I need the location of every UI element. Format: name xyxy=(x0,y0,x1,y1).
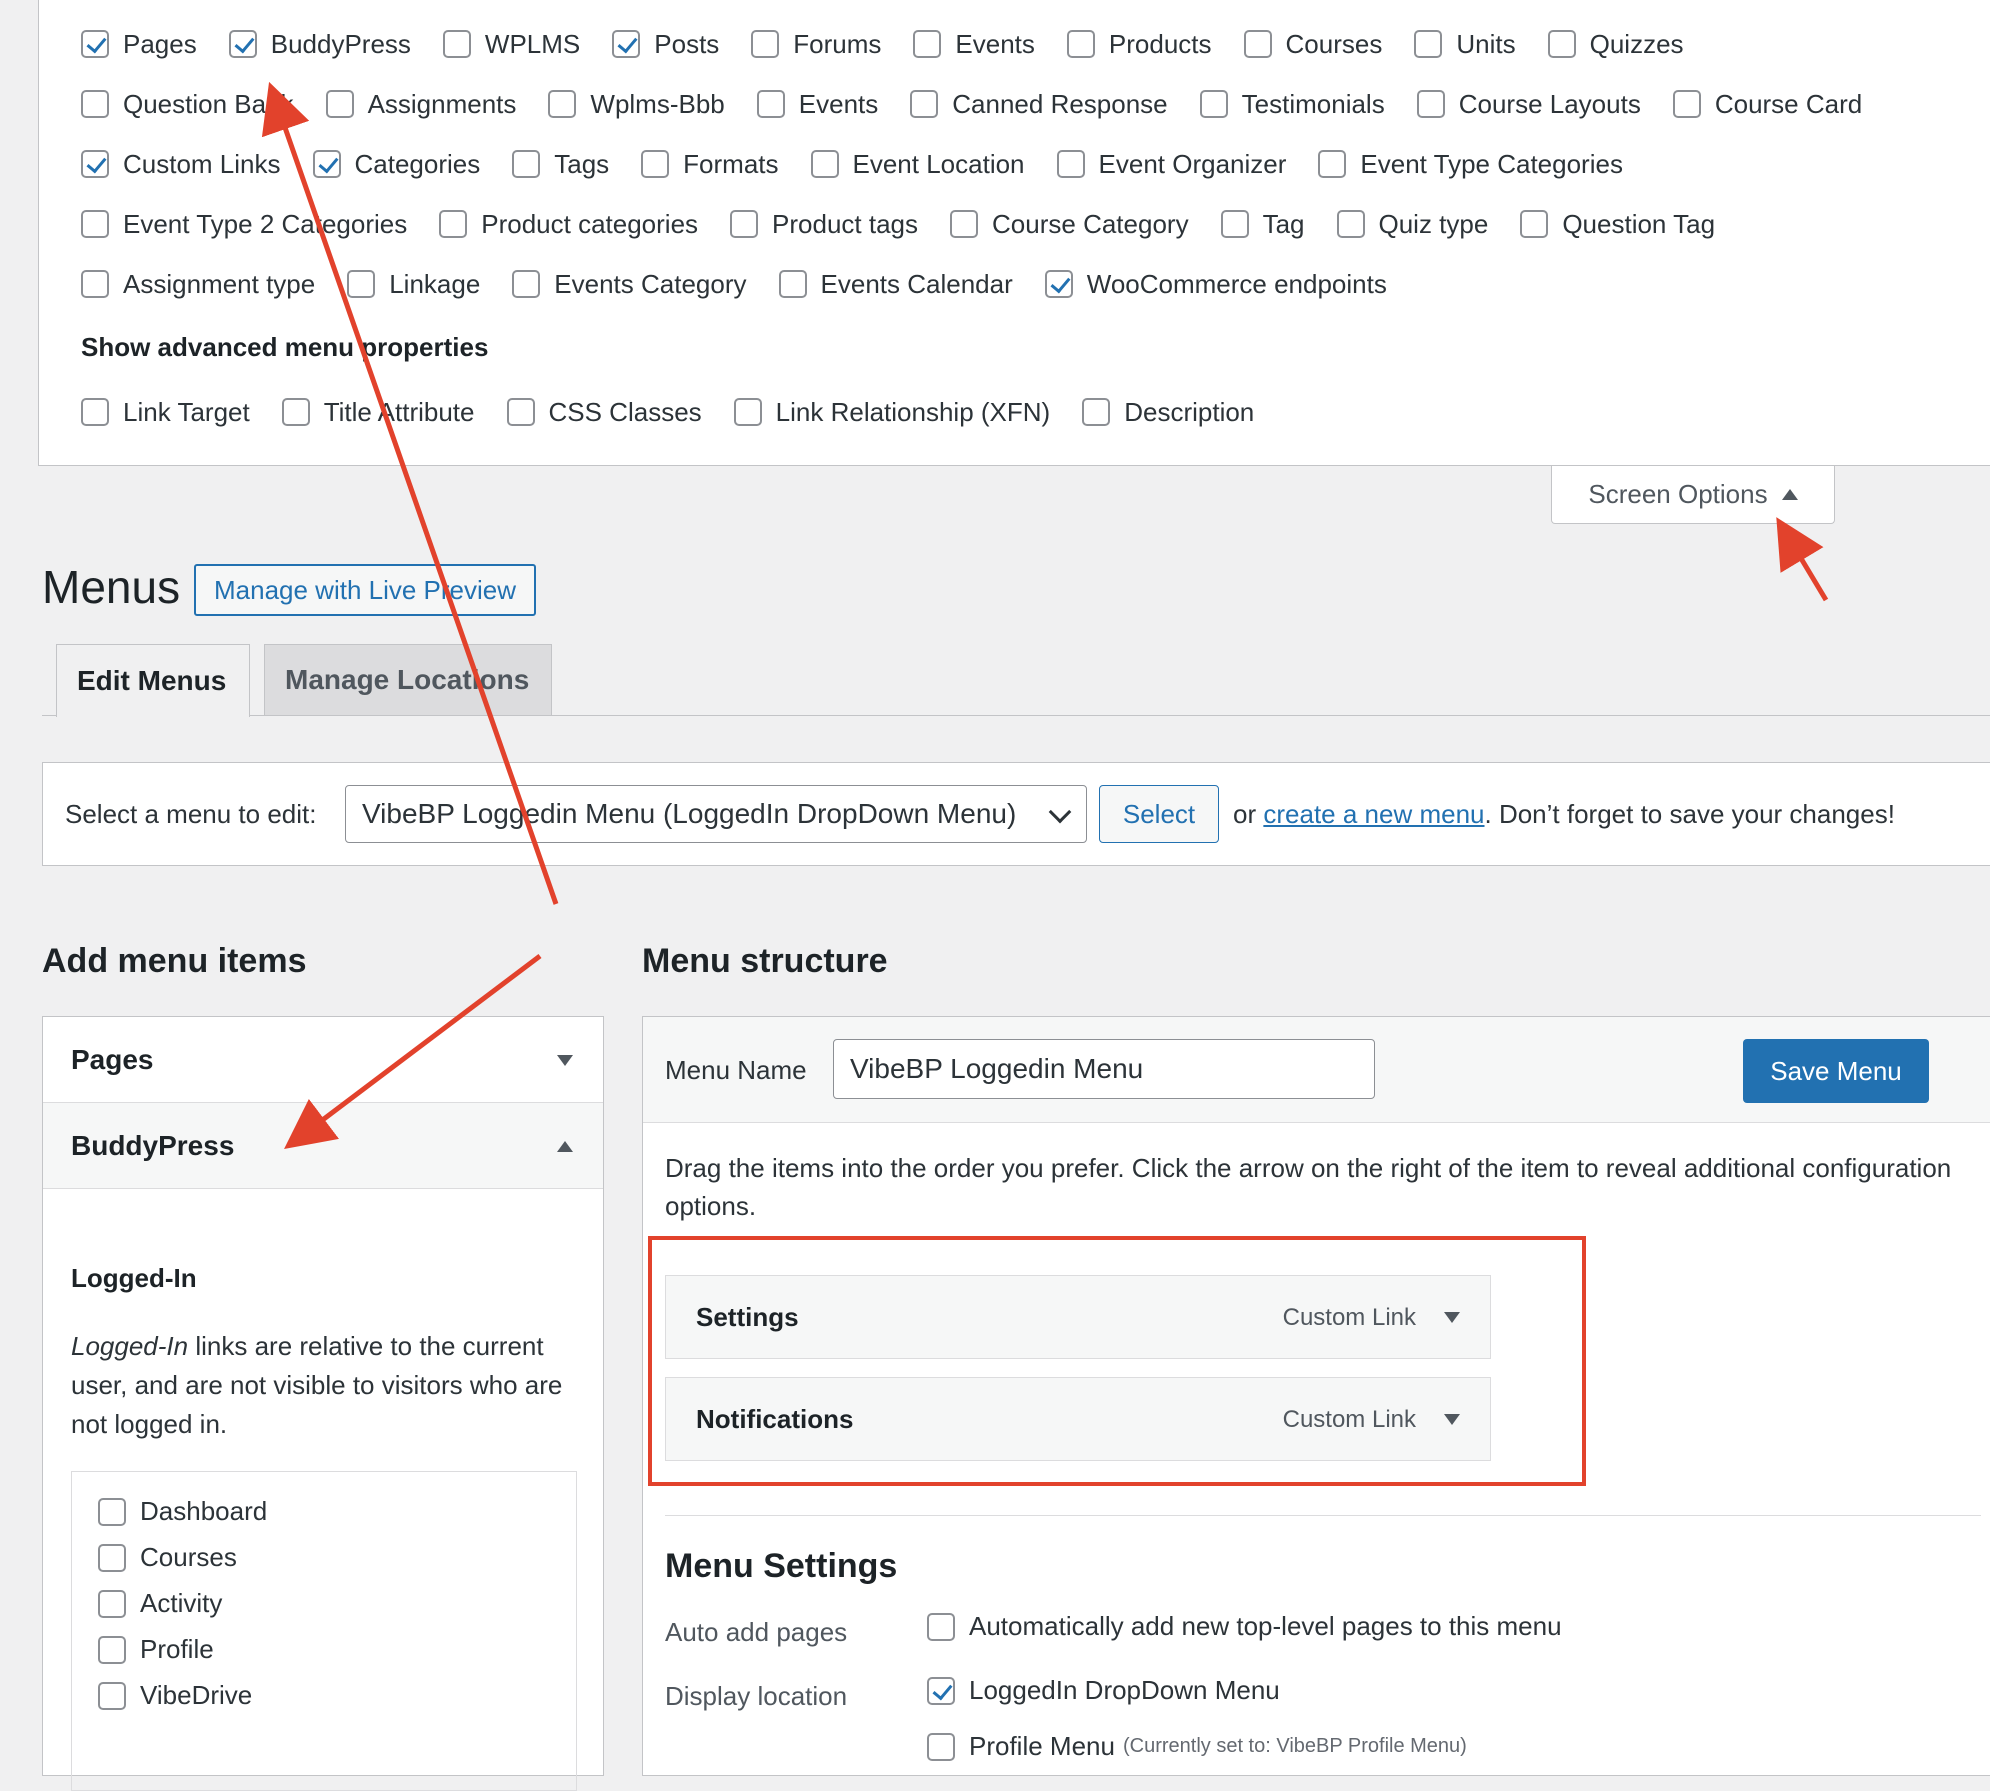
annotation-arrow xyxy=(284,954,542,1150)
tab-edit-menus[interactable]: Edit Menus xyxy=(56,644,250,717)
annotation-arrow xyxy=(261,81,559,905)
annotation-arrow xyxy=(1776,517,1829,602)
annotation-arrows xyxy=(261,81,1829,1150)
